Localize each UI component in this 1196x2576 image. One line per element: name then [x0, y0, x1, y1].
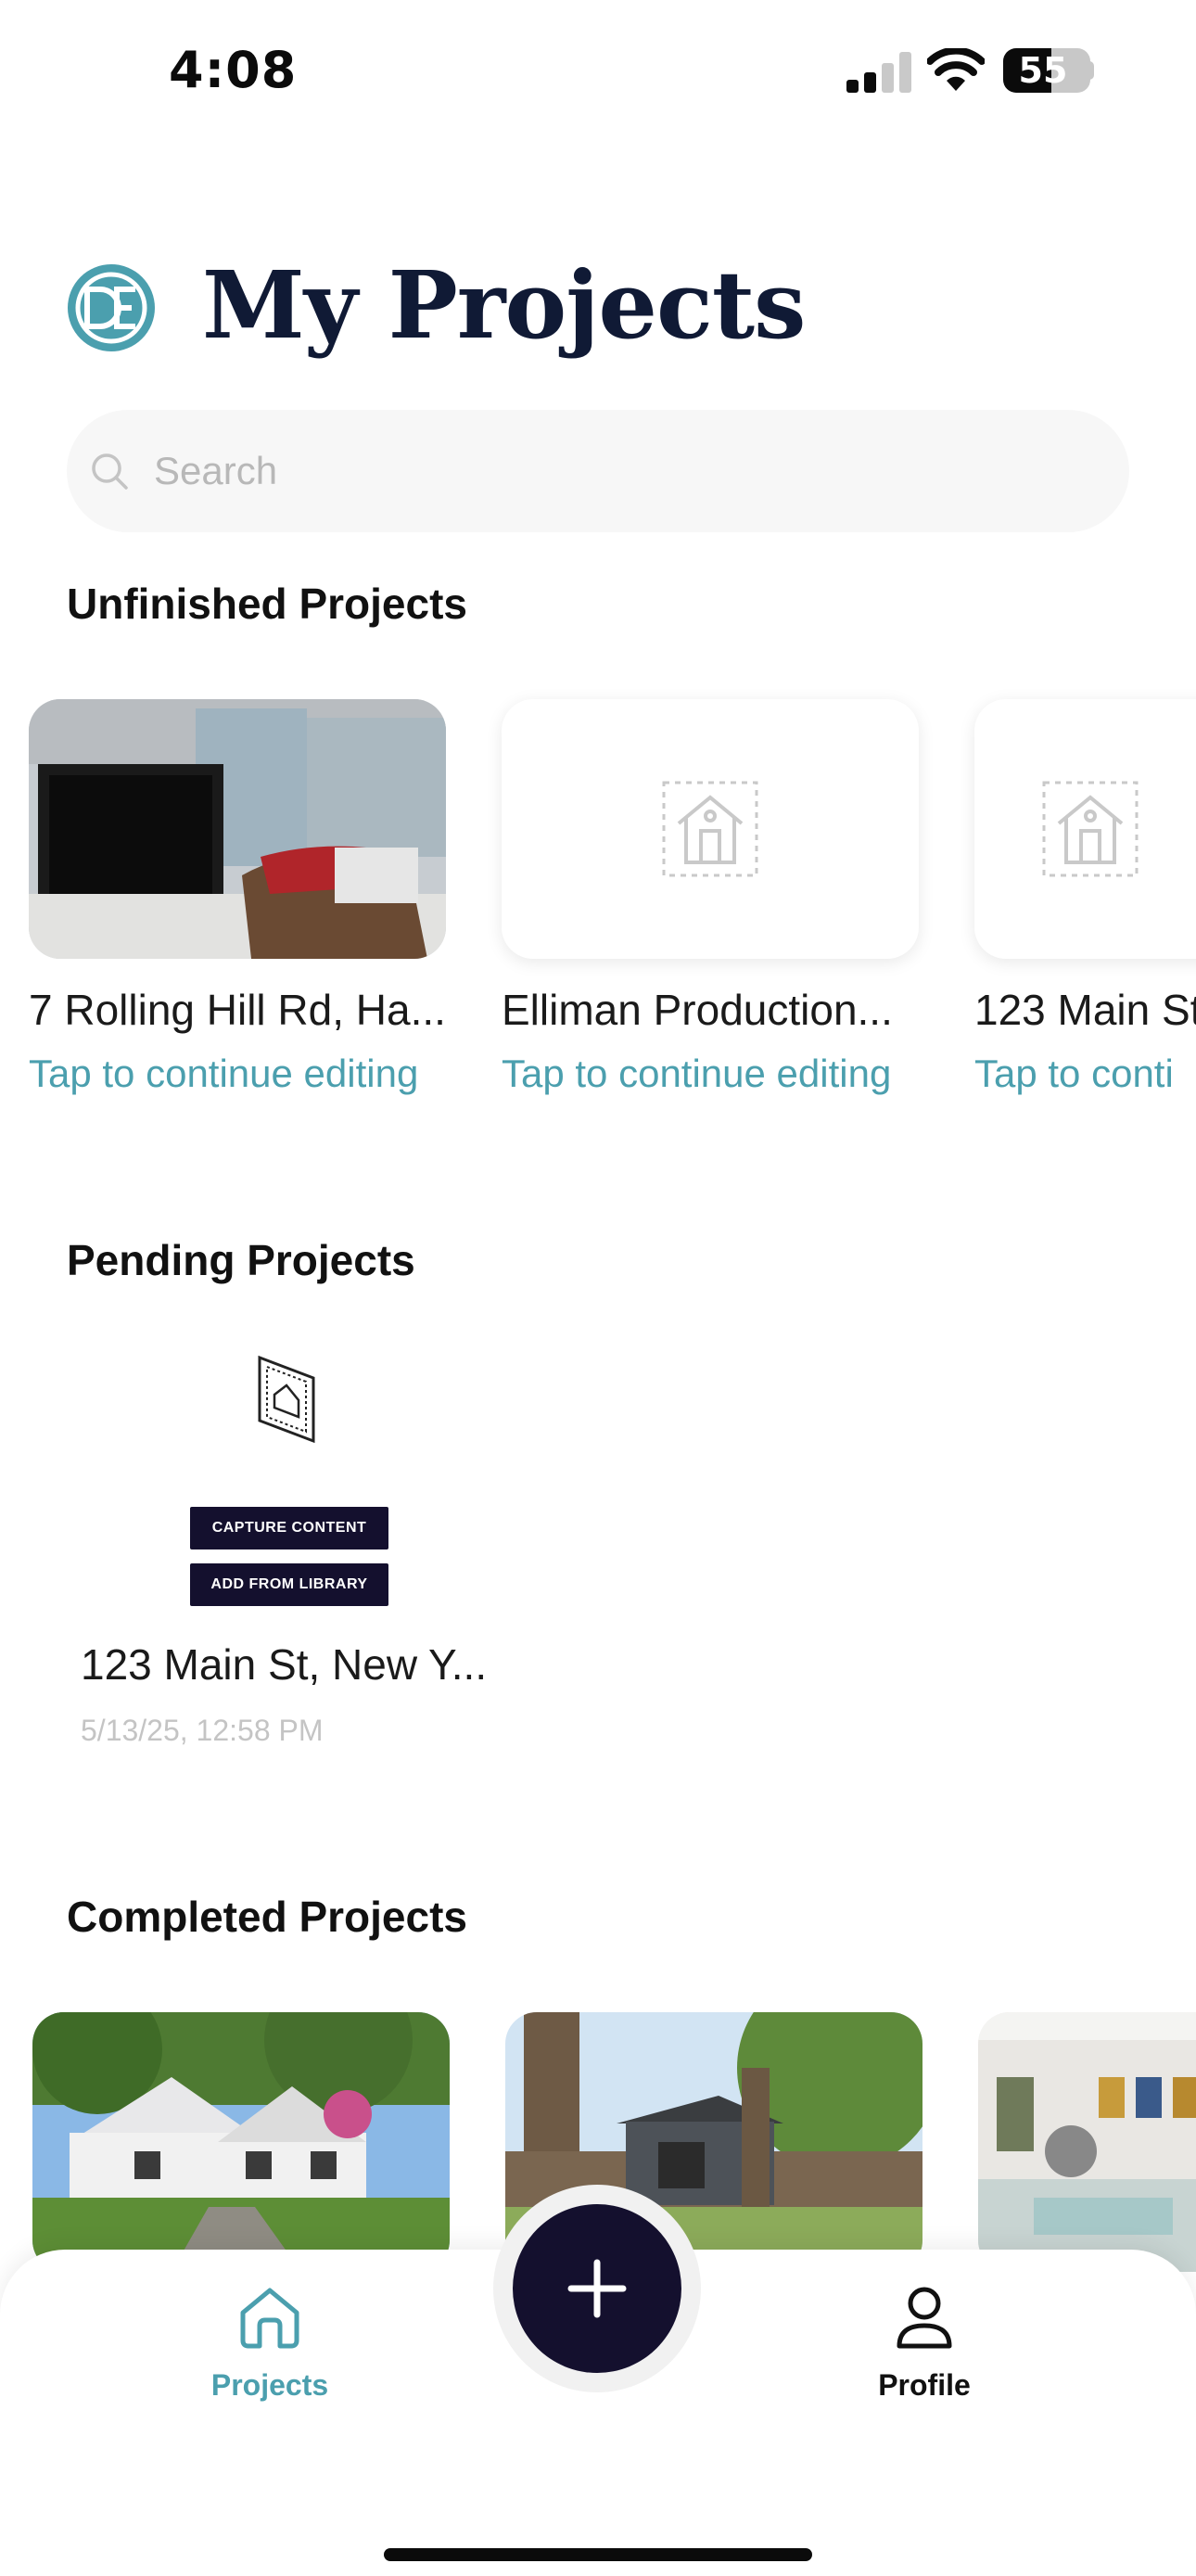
- unfinished-card-subtitle-2[interactable]: Tap to continue editing: [502, 1052, 891, 1096]
- unfinished-card-thumbnail-1[interactable]: [29, 699, 446, 959]
- battery-tip: [1087, 61, 1094, 80]
- house-placeholder-icon: [1042, 781, 1139, 877]
- office-photo: [29, 699, 446, 959]
- capture-content-button[interactable]: CAPTURE CONTENT: [190, 1507, 388, 1549]
- add-project-button[interactable]: [513, 2204, 681, 2373]
- unfinished-section-title: Unfinished Projects: [67, 580, 467, 628]
- battery-percentage: 55: [1018, 50, 1068, 91]
- house-with-garden-photo: [32, 2012, 450, 2272]
- battery-icon: 55: [1003, 48, 1090, 93]
- status-time: 4:08: [169, 41, 298, 99]
- wifi-icon: [927, 48, 985, 91]
- page-title: My Projects: [202, 250, 806, 360]
- completed-card-thumbnail-3[interactable]: [978, 2012, 1196, 2272]
- unfinished-card-thumbnail-3[interactable]: [974, 699, 1196, 959]
- completed-section-title: Completed Projects: [67, 1893, 467, 1941]
- unfinished-card-name-1[interactable]: 7 Rolling Hill Rd, Ha...: [29, 985, 446, 1035]
- unfinished-card-thumbnail-2[interactable]: [502, 699, 919, 959]
- search-input[interactable]: [154, 432, 1081, 510]
- unfinished-card-subtitle-3[interactable]: Tap to conti: [974, 1052, 1174, 1096]
- unfinished-card-subtitle-1[interactable]: Tap to continue editing: [29, 1052, 418, 1096]
- tab-profile[interactable]: Profile: [813, 2283, 1036, 2422]
- person-icon: [897, 2287, 952, 2349]
- home-indicator[interactable]: [384, 2548, 812, 2561]
- tab-projects[interactable]: Projects: [159, 2283, 381, 2422]
- search-icon: [92, 453, 128, 490]
- unfinished-card-name-2[interactable]: Elliman Production...: [502, 985, 893, 1035]
- office-interior-photo: [978, 2012, 1196, 2272]
- pending-project-name[interactable]: 123 Main St, New Y...: [81, 1639, 487, 1690]
- add-from-library-button[interactable]: ADD FROM LIBRARY: [190, 1563, 388, 1606]
- house-placeholder-icon: [662, 781, 758, 877]
- home-icon: [240, 2288, 299, 2349]
- cellular-signal-icon: [846, 50, 911, 93]
- de-monogram-logo: [68, 264, 155, 351]
- plus-icon: [567, 2259, 627, 2318]
- tab-projects-label: Projects: [210, 2368, 329, 2402]
- tab-profile-label: Profile: [878, 2368, 971, 2402]
- unfinished-card-name-3[interactable]: 123 Main St: [974, 985, 1196, 1035]
- completed-card-thumbnail-1[interactable]: [32, 2012, 450, 2272]
- app-screen: 4:08 55 My Projects Unfinished Projects: [0, 0, 1196, 2576]
- pending-project-date: 5/13/25, 12:58 PM: [81, 1714, 324, 1747]
- floorplan-frame-icon: [258, 1355, 315, 1444]
- pending-section-title: Pending Projects: [67, 1236, 415, 1284]
